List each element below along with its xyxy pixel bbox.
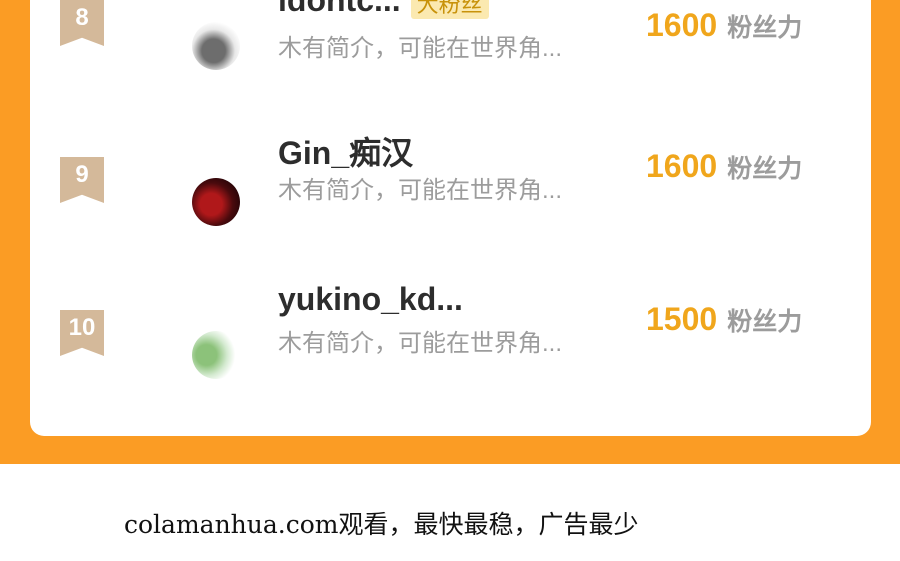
avatar[interactable] (192, 178, 240, 226)
fan-level-tag: 大粉丝 (410, 0, 489, 19)
avatar[interactable] (192, 22, 240, 70)
score-value: 1600 (646, 7, 718, 43)
rank-badge: 9 (60, 157, 104, 203)
username-text: idontc... (278, 0, 401, 18)
score-unit: 粉丝力 (727, 155, 803, 183)
avatar[interactable] (192, 331, 240, 379)
user-bio: 木有简介，可能在世界角... (278, 35, 563, 62)
ranking-row-8[interactable]: 8 idontc... 大粉丝 木有简介，可能在世界角... 1600 粉丝力 (30, 0, 871, 90)
fan-power-score: 1500 粉丝力 (646, 301, 802, 338)
ranking-row-9[interactable]: 9 Gin_痴汉 木有简介，可能在世界角... 1600 粉丝力 (30, 122, 871, 242)
fan-power-score: 1600 粉丝力 (646, 148, 802, 185)
username[interactable]: yukino_kd... (278, 281, 463, 318)
fan-ranking-card: 8 idontc... 大粉丝 木有简介，可能在世界角... 1600 粉丝力 9 … (30, 0, 871, 436)
username-text: Gin_痴汉 (278, 135, 414, 171)
username[interactable]: idontc... 大粉丝 (278, 0, 489, 19)
fan-power-score: 1600 粉丝力 (646, 7, 802, 44)
user-bio: 木有简介，可能在世界角... (278, 177, 563, 204)
username[interactable]: Gin_痴汉 (278, 128, 413, 174)
score-value: 1500 (646, 301, 718, 337)
rank-badge: 8 (60, 0, 104, 46)
score-value: 1600 (646, 148, 718, 184)
ranking-row-10[interactable]: 10 yukino_kd... 木有简介，可能在世界角... 1500 粉丝力 (30, 275, 871, 395)
score-unit: 粉丝力 (727, 308, 803, 336)
username-text: yukino_kd... (278, 281, 463, 317)
rank-badge: 10 (60, 310, 104, 356)
user-bio: 木有简介，可能在世界角... (278, 330, 563, 357)
watermark-footer-text: colamanhua.com观看，最快最稳，广告最少 (124, 510, 639, 539)
score-unit: 粉丝力 (727, 14, 803, 42)
